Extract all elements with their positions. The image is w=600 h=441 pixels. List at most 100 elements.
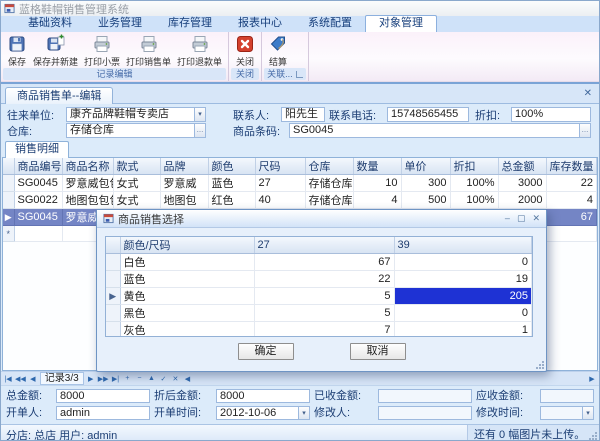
cell[interactable]: 黑色 bbox=[120, 305, 254, 322]
cell[interactable]: 黄色 bbox=[120, 288, 254, 305]
cell[interactable]: 2000 bbox=[498, 192, 546, 209]
cell[interactable]: 22 bbox=[254, 271, 394, 288]
phone-input[interactable]: 15748565455 bbox=[387, 107, 469, 122]
column-header[interactable]: 商品编号 bbox=[14, 158, 62, 175]
first-record-icon[interactable]: |◀ bbox=[3, 373, 13, 385]
cell[interactable]: 存储仓库 bbox=[305, 192, 353, 209]
cell[interactable]: SG0045 bbox=[14, 209, 62, 226]
cell[interactable]: SG0045 bbox=[14, 175, 62, 192]
cell[interactable]: SG0022 bbox=[14, 192, 62, 209]
dialog-table-row[interactable]: 白色670 bbox=[106, 254, 532, 271]
footer-field[interactable] bbox=[540, 389, 594, 403]
close-icon[interactable]: ✕ bbox=[532, 213, 540, 224]
contact-input[interactable]: 阳先生 bbox=[281, 107, 325, 122]
cell[interactable]: 蓝色 bbox=[120, 271, 254, 288]
cell[interactable]: 300 bbox=[401, 175, 450, 192]
cell[interactable]: 0 bbox=[394, 305, 532, 322]
column-header[interactable]: 颜色 bbox=[208, 158, 255, 175]
cell[interactable]: 红色 bbox=[208, 192, 255, 209]
cancel-button[interactable]: 取消 bbox=[350, 343, 406, 360]
cell[interactable]: 0 bbox=[394, 254, 532, 271]
cell[interactable]: 存储仓库 bbox=[305, 175, 353, 192]
dialog-table-row[interactable]: 黑色50 bbox=[106, 305, 532, 322]
save-and-new-button[interactable]: 保存并新建 bbox=[30, 34, 81, 68]
cell[interactable]: 3000 bbox=[498, 175, 546, 192]
cell[interactable]: 4 bbox=[546, 192, 597, 209]
chevron-down-icon[interactable]: ▾ bbox=[298, 407, 309, 419]
ribbon-tab-库存管理[interactable]: 库存管理 bbox=[155, 16, 225, 32]
dialog-resize-grip[interactable] bbox=[536, 361, 544, 369]
prev-page-icon[interactable]: ◀◀ bbox=[15, 373, 26, 385]
cell[interactable]: 地图包 bbox=[160, 192, 208, 209]
ribbon-tab-对象管理[interactable]: 对象管理 bbox=[365, 15, 437, 32]
cell[interactable]: 19 bbox=[394, 271, 532, 288]
detail-tab[interactable]: 销售明细 bbox=[5, 141, 69, 158]
append-record-icon[interactable]: + bbox=[122, 373, 132, 385]
cell[interactable]: 500 bbox=[401, 192, 450, 209]
cell[interactable]: 灰色 bbox=[120, 322, 254, 338]
cell[interactable]: 27 bbox=[255, 175, 305, 192]
column-header[interactable]: 折扣 bbox=[450, 158, 498, 175]
save-button[interactable]: 保存 bbox=[4, 34, 30, 68]
footer-field[interactable]: 2012-10-06▾ bbox=[216, 406, 310, 420]
dialog-table-row[interactable]: 灰色71 bbox=[106, 322, 532, 338]
footer-field[interactable]: admin bbox=[56, 406, 150, 420]
delete-record-icon[interactable]: − bbox=[134, 373, 144, 385]
dialog-table-row[interactable]: 蓝色2219 bbox=[106, 271, 532, 288]
ellipsis-icon[interactable]: … bbox=[579, 124, 590, 137]
scroll-right-icon[interactable]: ▶ bbox=[587, 373, 597, 385]
column-header[interactable]: 库存数量 bbox=[546, 158, 597, 175]
cell[interactable]: 40 bbox=[255, 192, 305, 209]
print-refund-button[interactable]: 打印退款单 bbox=[174, 34, 225, 68]
cell[interactable]: 女式 bbox=[113, 175, 160, 192]
ribbon-tab-基础资料[interactable]: 基础资料 bbox=[15, 16, 85, 32]
document-close-icon[interactable]: ✕ bbox=[584, 88, 592, 100]
dialog-table-row[interactable]: ▶黄色5205 bbox=[106, 288, 532, 305]
cell[interactable] bbox=[14, 226, 62, 242]
cell[interactable]: 罗意威 bbox=[160, 175, 208, 192]
chevron-down-icon[interactable]: ▾ bbox=[582, 407, 593, 419]
print-sales-order-button[interactable]: 打印销售单 bbox=[123, 34, 174, 68]
minimize-icon[interactable]: – bbox=[505, 213, 510, 224]
cell[interactable]: 4 bbox=[353, 192, 401, 209]
next-page-icon[interactable]: ▶▶ bbox=[98, 373, 109, 385]
settle-button[interactable]: 结算 bbox=[265, 34, 291, 68]
collapse-icon[interactable]: ◀ bbox=[182, 373, 192, 385]
ribbon-tab-业务管理[interactable]: 业务管理 bbox=[85, 16, 155, 32]
cell[interactable]: 100% bbox=[450, 192, 498, 209]
footer-field[interactable]: 8000 bbox=[56, 389, 150, 403]
column-header[interactable]: 尺码 bbox=[255, 158, 305, 175]
print-receipt-button[interactable]: 打印小票 bbox=[81, 34, 123, 68]
end-edit-icon[interactable]: ✓ bbox=[158, 373, 168, 385]
column-header[interactable]: 39 bbox=[394, 237, 532, 254]
cell[interactable]: 100% bbox=[450, 175, 498, 192]
column-header[interactable]: 品牌 bbox=[160, 158, 208, 175]
document-tab[interactable]: 商品销售单--编辑 bbox=[5, 87, 113, 104]
column-header[interactable]: 颜色/尺码 bbox=[120, 237, 254, 254]
prev-record-icon[interactable]: ◀ bbox=[28, 373, 38, 385]
column-header[interactable]: 单价 bbox=[401, 158, 450, 175]
chevron-down-icon[interactable]: ▾ bbox=[194, 108, 205, 121]
resize-grip[interactable] bbox=[589, 432, 597, 440]
maximize-icon[interactable]: ▢ bbox=[517, 213, 526, 224]
discount-input[interactable]: 100% bbox=[511, 107, 591, 122]
warehouse-picker[interactable]: 存储仓库… bbox=[66, 123, 206, 138]
ribbon-tab-报表中心[interactable]: 报表中心 bbox=[225, 16, 295, 32]
cell[interactable]: 地图包包包 bbox=[62, 192, 113, 209]
barcode-input[interactable]: SG0045… bbox=[289, 123, 591, 138]
column-header[interactable]: 商品名称 bbox=[62, 158, 113, 175]
next-record-icon[interactable]: ▶ bbox=[86, 373, 96, 385]
dialog-launcher-icon[interactable] bbox=[296, 71, 303, 78]
cell[interactable]: 205 bbox=[394, 288, 532, 305]
last-record-icon[interactable]: ▶| bbox=[110, 373, 120, 385]
ribbon-tab-系统配置[interactable]: 系统配置 bbox=[295, 16, 365, 32]
cell[interactable]: 22 bbox=[546, 175, 597, 192]
cell[interactable]: 白色 bbox=[120, 254, 254, 271]
column-header[interactable]: 27 bbox=[254, 237, 394, 254]
ellipsis-icon[interactable]: … bbox=[194, 124, 205, 137]
cell[interactable]: 5 bbox=[254, 305, 394, 322]
ok-button[interactable]: 确定 bbox=[238, 343, 294, 360]
close-button[interactable]: 关闭 bbox=[232, 34, 258, 68]
column-header[interactable]: 数量 bbox=[353, 158, 401, 175]
cell[interactable]: 67 bbox=[546, 209, 597, 226]
